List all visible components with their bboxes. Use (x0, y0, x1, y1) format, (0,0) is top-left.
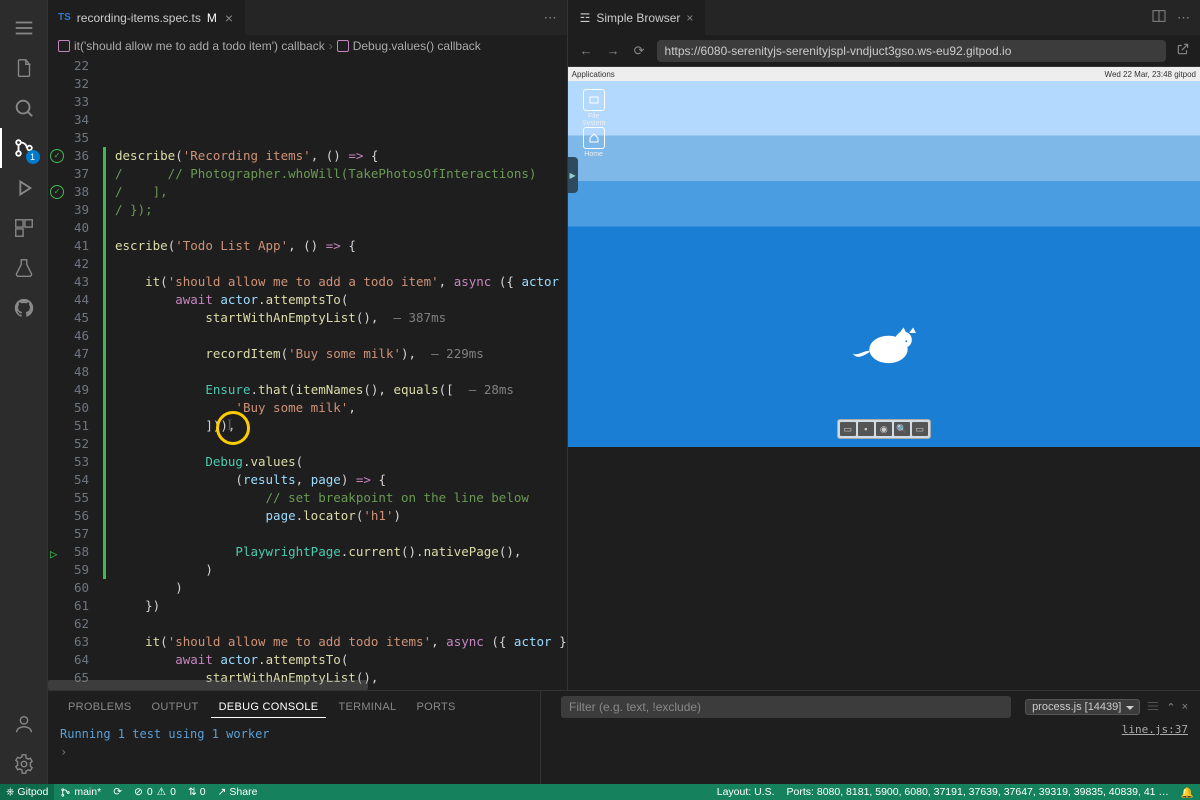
chevron-up-icon[interactable]: ⌃ (1166, 701, 1175, 714)
desktop-dock[interactable]: ▭ ▪ ◉ 🔍 ▭ (837, 419, 931, 439)
panel-tab-output[interactable]: OUTPUT (144, 697, 207, 717)
dock-terminal-icon[interactable]: ▪ (858, 422, 874, 436)
notifications-icon[interactable]: 🔔 (1175, 784, 1200, 800)
vnc-side-handle[interactable]: ▶ (568, 157, 578, 193)
explorer-icon[interactable] (0, 48, 48, 88)
dock-search-icon[interactable]: 🔍 (894, 422, 910, 436)
code-editor[interactable]: 223233343536✓3738✓3940414243444546474849… (48, 57, 567, 690)
browser-toolbar: ← → ⟳ https://6080-serenityjs-serenityjs… (568, 35, 1200, 67)
debug-icon[interactable] (0, 168, 48, 208)
gitpod-status[interactable]: ⎈ Gitpod (0, 784, 54, 800)
settings-icon[interactable] (1146, 699, 1160, 716)
console-output-line: Running 1 test using 1 worker (60, 727, 528, 741)
panel-tab-problems[interactable]: PROBLEMS (60, 697, 140, 717)
tab-modified: M (207, 11, 217, 25)
dock-browser-icon[interactable]: ◉ (876, 422, 892, 436)
status-bar: ⎈ Gitpod main* ⟳ ⊘0 ⚠0 ⇅ 0 ↗ Share Layou… (0, 784, 1200, 800)
debug-process-select[interactable]: process.js [14439] (1025, 699, 1140, 715)
console-prompt[interactable]: › (60, 745, 528, 759)
ts-icon: TS (58, 12, 71, 23)
open-external-icon[interactable] (1176, 42, 1190, 59)
more-icon[interactable]: ⋯ (1177, 10, 1190, 26)
globe-icon: ☲ (580, 11, 591, 25)
ports-forwarded[interactable]: ⇅ 0 (182, 784, 212, 800)
horizontal-scrollbar[interactable] (48, 680, 567, 690)
source-control-icon[interactable]: 1 (0, 128, 48, 168)
split-editor-icon[interactable] (1151, 8, 1167, 27)
desktop-icon-home[interactable]: Home (578, 127, 610, 158)
test-icon[interactable] (0, 248, 48, 288)
forward-icon[interactable]: → (605, 41, 622, 60)
editor-tab[interactable]: TS recording-items.spec.ts M × (48, 0, 246, 35)
panel-tab-debug-console[interactable]: DEBUG CONSOLE (211, 697, 327, 718)
symbol-icon (337, 40, 349, 52)
tab-close-icon[interactable]: × (223, 10, 235, 26)
console-filter-input[interactable]: Filter (e.g. text, !exclude) (561, 696, 1011, 718)
settings-icon[interactable] (0, 744, 48, 784)
desktop-icon-filesystem[interactable]: File System (578, 89, 610, 127)
browser-viewport[interactable]: Applications Wed 22 Mar, 23:48 gitpod ▶ … (568, 67, 1200, 690)
sync-status[interactable]: ⟳ (107, 784, 128, 800)
text-cursor-icon: I (227, 417, 232, 435)
share-button[interactable]: ↗ Share (212, 784, 264, 800)
source-link[interactable]: line.js:37 (541, 723, 1200, 736)
panel: PROBLEMSOUTPUTDEBUG CONSOLETERMINALPORTS… (48, 690, 1200, 784)
keyboard-layout[interactable]: Layout: U.S. (711, 784, 781, 800)
vnc-desktop[interactable]: Applications Wed 22 Mar, 23:48 gitpod ▶ … (568, 67, 1200, 447)
simple-browser: ☲ Simple Browser × ⋯ ← → ⟳ https://6080-… (567, 0, 1200, 690)
reload-icon[interactable]: ⟳ (632, 41, 647, 61)
editor-tabs: TS recording-items.spec.ts M × ⋯ (48, 0, 567, 35)
tab-overflow-icon[interactable]: ⋯ (534, 0, 567, 35)
breadcrumb[interactable]: it('should allow me to add a todo item')… (48, 35, 567, 57)
url-input[interactable]: https://6080-serenityjs-serenityjspl-vnd… (657, 40, 1166, 62)
editor-group: TS recording-items.spec.ts M × ⋯ it('sho… (48, 0, 567, 690)
gutter[interactable]: 223233343536✓3738✓3940414243444546474849… (48, 57, 103, 690)
problems-status[interactable]: ⊘0 ⚠0 (128, 784, 182, 800)
symbol-icon (58, 40, 70, 52)
back-icon[interactable]: ← (578, 41, 595, 60)
desktop-menubar[interactable]: Applications Wed 22 Mar, 23:48 gitpod (568, 67, 1200, 81)
panel-tabs: PROBLEMSOUTPUTDEBUG CONSOLETERMINALPORTS (48, 691, 540, 723)
git-branch[interactable]: main* (54, 784, 107, 800)
dock-folder-icon[interactable]: ▭ (912, 422, 928, 436)
tab-close-icon[interactable]: × (686, 11, 693, 25)
code-lines[interactable]: I describe('Recording items', () => {/ /… (103, 57, 567, 690)
menu-icon[interactable] (0, 8, 48, 48)
accounts-icon[interactable] (0, 704, 48, 744)
chevron-right-icon: › (329, 39, 333, 53)
dock-files-icon[interactable]: ▭ (840, 422, 856, 436)
browser-tab[interactable]: ☲ Simple Browser × (568, 0, 706, 35)
extensions-icon[interactable] (0, 208, 48, 248)
search-icon[interactable] (0, 88, 48, 128)
tab-filename: recording-items.spec.ts (77, 11, 201, 25)
github-icon[interactable] (0, 288, 48, 328)
close-icon[interactable]: × (1182, 701, 1188, 713)
panel-tab-terminal[interactable]: TERMINAL (330, 697, 404, 717)
xfce-mouse-logo (848, 322, 918, 370)
ports-list[interactable]: Ports: 8080, 8181, 5900, 6080, 37191, 37… (781, 784, 1175, 800)
activity-bar: 1 (0, 0, 48, 784)
scm-badge: 1 (26, 150, 40, 164)
panel-tab-ports[interactable]: PORTS (408, 697, 463, 717)
